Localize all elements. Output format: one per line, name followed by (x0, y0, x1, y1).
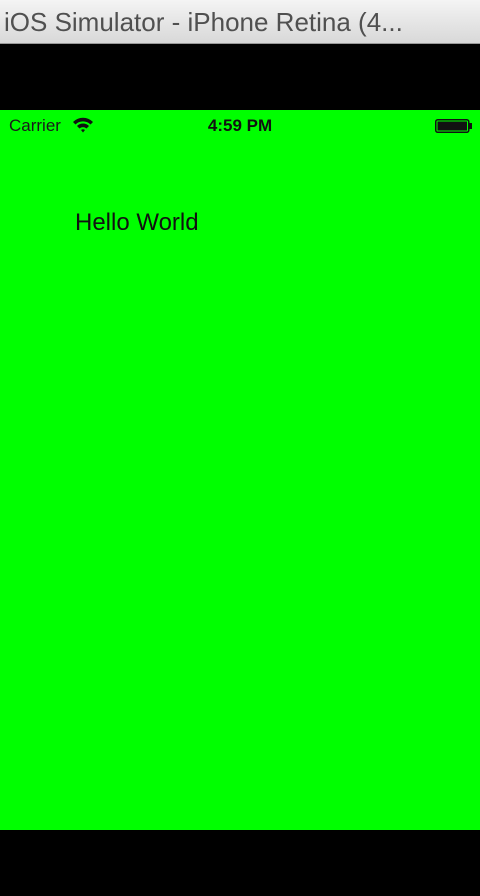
device-bottom-bezel (0, 830, 480, 896)
battery-icon (435, 119, 472, 133)
status-bar: Carrier 4:59 PM (0, 110, 480, 142)
app-screen: Carrier 4:59 PM Hello World (0, 110, 480, 830)
device-top-bezel (0, 44, 480, 110)
status-time: 4:59 PM (207, 116, 273, 135)
hello-world-label: Hello World (75, 209, 199, 236)
window-title: iOS Simulator - iPhone Retina (4... (4, 7, 403, 37)
simulator-title-bar[interactable]: iOS Simulator - iPhone Retina (4... (0, 0, 480, 44)
